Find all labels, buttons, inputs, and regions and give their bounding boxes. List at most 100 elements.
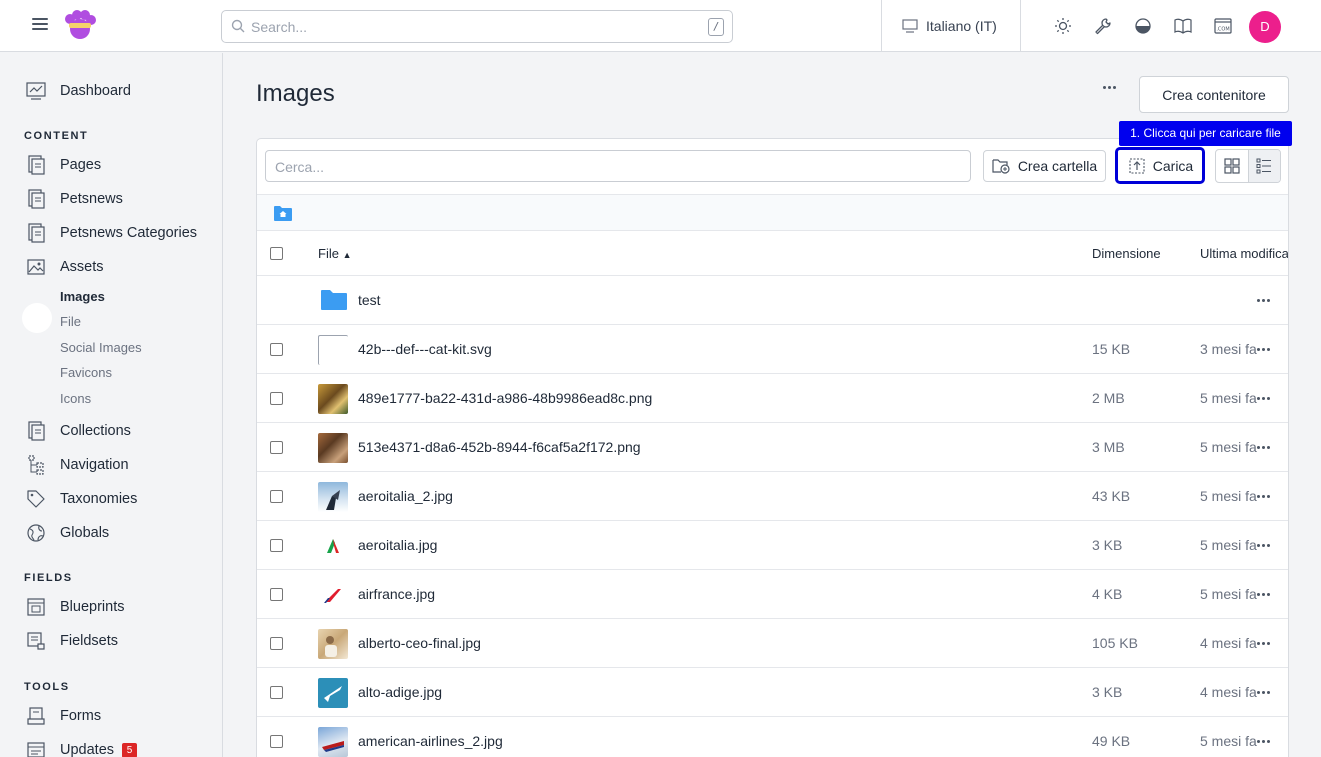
sidebar-item-navigation[interactable]: Navigation xyxy=(26,453,129,477)
sidebar-subitem-images[interactable]: Images xyxy=(60,289,105,304)
row-checkbox[interactable] xyxy=(270,539,283,552)
book-icon[interactable] xyxy=(1174,17,1192,35)
sidebar-subitem-file[interactable]: File xyxy=(60,314,81,329)
sidebar-item-pages[interactable]: Pages xyxy=(26,153,101,177)
row-checkbox[interactable] xyxy=(270,392,283,405)
sidebar-subitem-icons[interactable]: Icons xyxy=(60,391,91,406)
row-actions-icon[interactable] xyxy=(1257,593,1270,596)
row-actions-icon[interactable] xyxy=(1257,446,1270,449)
file-size: 49 KB xyxy=(1092,733,1131,749)
sun-icon[interactable] xyxy=(1054,17,1072,35)
image-thumb xyxy=(318,629,348,659)
view-toggle xyxy=(1215,149,1281,183)
row-actions-icon[interactable] xyxy=(1257,348,1270,351)
file-name[interactable]: american-airlines_2.jpg xyxy=(358,733,503,749)
sidebar-subitem-favicons[interactable]: Favicons xyxy=(60,365,112,380)
table-row[interactable]: 489e1777-ba22-431d-a986-48b9986ead8c.png… xyxy=(257,374,1288,423)
file-modified: 4 mesi fa xyxy=(1200,684,1257,700)
sidebar-item-dashboard[interactable]: Dashboard xyxy=(26,79,131,103)
row-checkbox[interactable] xyxy=(270,441,283,454)
menu-icon[interactable] xyxy=(32,18,48,32)
file-name[interactable]: alto-adige.jpg xyxy=(358,684,442,700)
sidebar-item-updates[interactable]: Updates 5 xyxy=(26,738,138,757)
top-bar: Search... / Italiano (IT) .COM D xyxy=(0,0,1321,52)
folder-icon xyxy=(321,290,347,310)
sidebar-item-petsnews[interactable]: Petsnews xyxy=(26,187,123,211)
row-actions-icon[interactable] xyxy=(1257,544,1270,547)
globe-icon xyxy=(27,524,45,542)
image-thumb xyxy=(318,531,348,561)
row-checkbox[interactable] xyxy=(270,588,283,601)
folder-name[interactable]: test xyxy=(358,292,381,308)
table-row[interactable]: airfrance.jpg 4 KB 5 mesi fa xyxy=(257,570,1288,619)
sidebar-item-assets[interactable]: Assets xyxy=(26,255,104,279)
file-name[interactable]: 42b---def---cat-kit.svg xyxy=(358,341,492,357)
sidebar-item-collections[interactable]: Collections xyxy=(26,419,131,443)
file-name[interactable]: aeroitalia_2.jpg xyxy=(358,488,453,504)
sidebar-item-label: Petsnews xyxy=(60,191,123,207)
file-size: 3 MB xyxy=(1092,439,1125,455)
column-header-file[interactable]: File ▲ xyxy=(318,246,352,261)
table-row[interactable]: alto-adige.jpg 3 KB 4 mesi fa xyxy=(257,668,1288,717)
row-actions-icon[interactable] xyxy=(1257,495,1270,498)
file-name[interactable]: 513e4371-d8a6-452b-8944-f6caf5a2f172.png xyxy=(358,439,641,455)
grid-view-button[interactable] xyxy=(1216,150,1248,182)
site-selector[interactable]: Italiano (IT) xyxy=(902,18,997,34)
table-row[interactable]: test xyxy=(257,276,1288,325)
table-row[interactable]: aeroitalia.jpg 3 KB 5 mesi fa xyxy=(257,521,1288,570)
broken-image-thumb xyxy=(318,335,348,365)
section-heading-tools: TOOLS xyxy=(24,681,70,693)
row-actions-icon[interactable] xyxy=(1257,691,1270,694)
sidebar-item-label: Taxonomies xyxy=(60,491,138,507)
logo[interactable] xyxy=(62,8,98,44)
table-row[interactable]: 42b---def---cat-kit.svg 15 KB 3 mesi fa xyxy=(257,325,1288,374)
sidebar-item-label: Pages xyxy=(60,157,102,173)
create-folder-label: Crea cartella xyxy=(1017,158,1098,174)
domain-icon[interactable]: .COM xyxy=(1214,17,1232,35)
row-actions-icon[interactable] xyxy=(1257,642,1270,645)
user-avatar[interactable]: D xyxy=(1249,11,1281,43)
file-name[interactable]: 489e1777-ba22-431d-a986-48b9986ead8c.png xyxy=(358,390,652,406)
table-row[interactable]: american-airlines_2.jpg 49 KB 5 mesi fa xyxy=(257,717,1288,757)
file-modified: 4 mesi fa xyxy=(1200,635,1257,651)
row-checkbox[interactable] xyxy=(270,637,283,650)
contrast-icon[interactable] xyxy=(1134,17,1152,35)
create-folder-button[interactable]: Crea cartella xyxy=(983,150,1106,182)
row-checkbox[interactable] xyxy=(270,686,283,699)
sidebar-item-blueprints[interactable]: Blueprints xyxy=(26,595,124,619)
sidebar-item-petsnews-categories[interactable]: Petsnews Categories xyxy=(26,221,197,245)
table-row[interactable]: aeroitalia_2.jpg 43 KB 5 mesi fa xyxy=(257,472,1288,521)
home-folder-icon[interactable] xyxy=(273,205,293,222)
image-thumb xyxy=(318,384,348,414)
row-actions-icon[interactable] xyxy=(1257,740,1270,743)
table-row[interactable]: 513e4371-d8a6-452b-8944-f6caf5a2f172.png… xyxy=(257,423,1288,472)
file-size: 105 KB xyxy=(1092,635,1138,651)
sidebar-item-forms[interactable]: Forms xyxy=(26,704,101,728)
row-checkbox[interactable] xyxy=(270,343,283,356)
table-row[interactable]: alberto-ceo-final.jpg 105 KB 4 mesi fa xyxy=(257,619,1288,668)
row-actions-icon[interactable] xyxy=(1257,397,1270,400)
sidebar-item-fieldsets[interactable]: Fieldsets xyxy=(26,629,118,653)
sidebar-item-label: Assets xyxy=(60,259,104,275)
wrench-icon[interactable] xyxy=(1094,17,1112,35)
pages-icon xyxy=(28,155,45,175)
file-size: 3 KB xyxy=(1092,684,1123,700)
create-container-button[interactable]: Crea contenitore xyxy=(1139,76,1289,113)
file-name[interactable]: airfrance.jpg xyxy=(358,586,435,602)
row-checkbox[interactable] xyxy=(270,490,283,503)
sidebar-item-globals[interactable]: Globals xyxy=(26,521,109,545)
row-actions-icon[interactable] xyxy=(1257,299,1270,302)
column-header-modified[interactable]: Ultima modifica xyxy=(1200,246,1288,261)
global-search[interactable]: Search... / xyxy=(221,10,733,43)
file-name[interactable]: alberto-ceo-final.jpg xyxy=(358,635,481,651)
row-checkbox[interactable] xyxy=(270,735,283,748)
select-all-checkbox[interactable] xyxy=(270,247,283,260)
more-options-icon[interactable] xyxy=(1103,86,1116,89)
list-view-button[interactable] xyxy=(1247,150,1280,182)
column-header-size[interactable]: Dimensione xyxy=(1092,246,1161,261)
file-name[interactable]: aeroitalia.jpg xyxy=(358,537,437,553)
filter-input[interactable]: Cerca... xyxy=(265,150,971,182)
sidebar-subitem-social-images[interactable]: Social Images xyxy=(60,340,142,355)
collections-icon xyxy=(28,421,45,441)
sidebar-item-taxonomies[interactable]: Taxonomies xyxy=(26,487,137,511)
